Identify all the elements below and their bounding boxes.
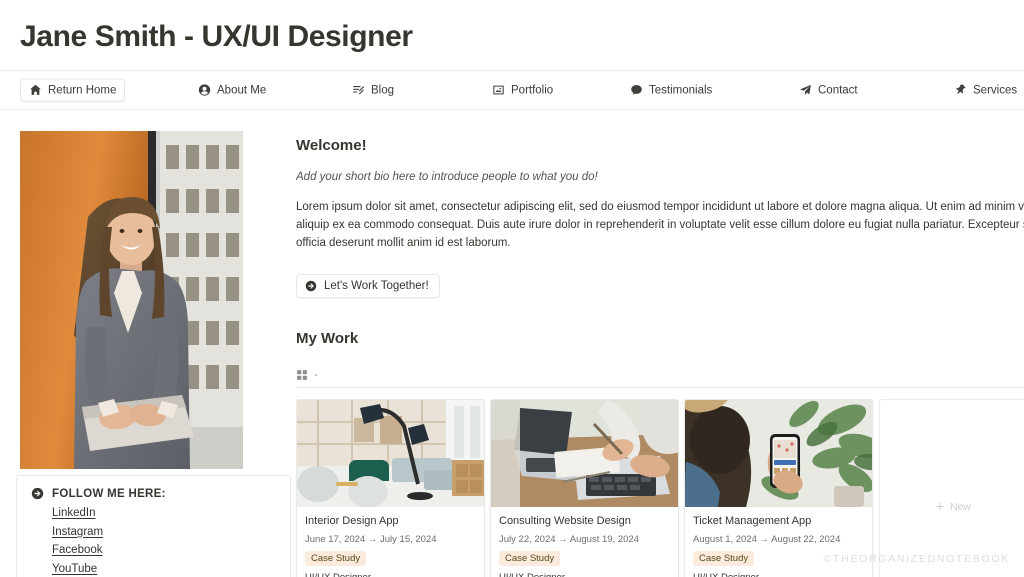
project-card-body: Ticket Management App August 1, 2024 → Au…	[685, 507, 872, 577]
new-project-label: New	[949, 500, 971, 513]
gallery-grid-icon[interactable]	[296, 369, 308, 381]
nav-item-label: Return Home	[48, 84, 117, 96]
social-link-facebook[interactable]: Facebook	[52, 544, 103, 556]
home-icon	[29, 84, 42, 97]
status-badge: Case Study	[693, 551, 755, 566]
nav-item-return-home[interactable]: Return Home	[20, 78, 126, 102]
social-link-youtube[interactable]: YouTube	[52, 563, 97, 575]
project-title: Ticket Management App	[693, 515, 812, 527]
project-date-range: August 1, 2024 → August 22, 2024	[693, 534, 841, 545]
nav-item-label: Blog	[371, 84, 395, 96]
image-icon	[492, 84, 505, 97]
project-gallery: Interior Design App June 17, 2024 → July …	[296, 399, 1024, 577]
nav-item-blog[interactable]: Blog	[344, 80, 402, 101]
social-link-instagram[interactable]: Instagram	[52, 526, 103, 538]
lets-work-together-button[interactable]: Let's Work Together!	[296, 274, 440, 298]
nav-item-label: Services	[973, 84, 1018, 96]
project-date-range: June 17, 2024 → July 15, 2024	[305, 534, 437, 545]
paper-plane-icon	[799, 84, 812, 97]
new-project-card[interactable]: New	[879, 399, 1024, 577]
phone-in-hand-photo	[685, 400, 872, 507]
welcome-subtitle: Add your short bio here to introduce peo…	[296, 171, 598, 183]
project-role: UI/UX Designer	[499, 572, 670, 577]
project-card[interactable]: Interior Design App June 17, 2024 → July …	[296, 399, 485, 577]
nav-item-about-me[interactable]: About Me	[190, 80, 274, 101]
nav-item-portfolio[interactable]: Portfolio	[484, 80, 561, 101]
nav-item-label: Portfolio	[511, 84, 554, 96]
nav-item-services[interactable]: Services	[946, 80, 1024, 101]
user-circle-icon	[198, 84, 211, 97]
follow-me-heading: FOLLOW ME HERE:	[31, 487, 276, 500]
social-links-list: LinkedIn Instagram Facebook YouTube	[31, 507, 276, 575]
status-badge: Case Study	[499, 551, 561, 566]
project-card-body: Interior Design App June 17, 2024 → July …	[297, 507, 484, 577]
project-card-body: Consulting Website Design July 22, 2024 →…	[491, 507, 678, 577]
chat-bubble-icon	[630, 84, 643, 97]
project-role: UI/UX Designer	[305, 572, 476, 577]
status-badge: Case Study	[305, 551, 367, 566]
plus-icon	[935, 502, 945, 512]
arrow-circle-right-icon	[305, 280, 317, 292]
project-date-range: July 22, 2024 → August 19, 2024	[499, 534, 639, 545]
pushpin-icon	[954, 84, 967, 97]
project-status-row: Case Study	[499, 551, 670, 566]
nav-item-label: Testimonials	[649, 84, 713, 96]
project-card[interactable]: Ticket Management App August 1, 2024 → Au…	[684, 399, 873, 577]
nav-item-contact[interactable]: Contact	[791, 80, 866, 101]
laptop-meeting-photo	[491, 400, 678, 507]
my-work-heading: My Work	[296, 330, 359, 347]
follow-me-card: FOLLOW ME HERE: LinkedIn Instagram Faceboo…	[16, 475, 291, 577]
welcome-body-text: Lorem ipsum dolor sit amet, consectetur …	[296, 201, 1024, 249]
social-link-linkedin[interactable]: LinkedIn	[52, 507, 95, 519]
project-title: Interior Design App	[305, 515, 399, 527]
page-root: Jane Smith - UX/UI Designer Return Home A…	[0, 0, 1024, 577]
follow-me-label: FOLLOW ME HERE:	[52, 487, 166, 500]
main-navigation: Return Home About Me Blog Portfolio Testimon…	[0, 70, 1024, 110]
profile-portrait-image	[20, 131, 243, 469]
project-status-row: Case Study	[693, 551, 864, 566]
gallery-view-toolbar: -	[296, 363, 1024, 388]
welcome-heading: Welcome!	[296, 137, 367, 154]
interior-room-photo	[297, 400, 484, 507]
project-role: UI/UX Designer	[693, 572, 864, 577]
lets-work-together-label: Let's Work Together!	[324, 280, 429, 292]
nav-item-testimonials[interactable]: Testimonials	[622, 80, 720, 101]
main-content: Welcome! Add your short bio here to intr…	[296, 131, 1024, 577]
list-pen-icon	[352, 84, 365, 97]
project-card[interactable]: Consulting Website Design July 22, 2024 →…	[490, 399, 679, 577]
nav-item-label: Contact	[818, 84, 858, 96]
arrow-circle-right-icon	[31, 487, 44, 500]
project-title: Consulting Website Design	[499, 515, 631, 527]
page-title: Jane Smith - UX/UI Designer	[20, 20, 413, 53]
nav-item-label: About Me	[217, 84, 267, 96]
gallery-view-label[interactable]: -	[314, 369, 318, 381]
project-status-row: Case Study	[305, 551, 476, 566]
new-project-button[interactable]: New	[935, 501, 971, 513]
